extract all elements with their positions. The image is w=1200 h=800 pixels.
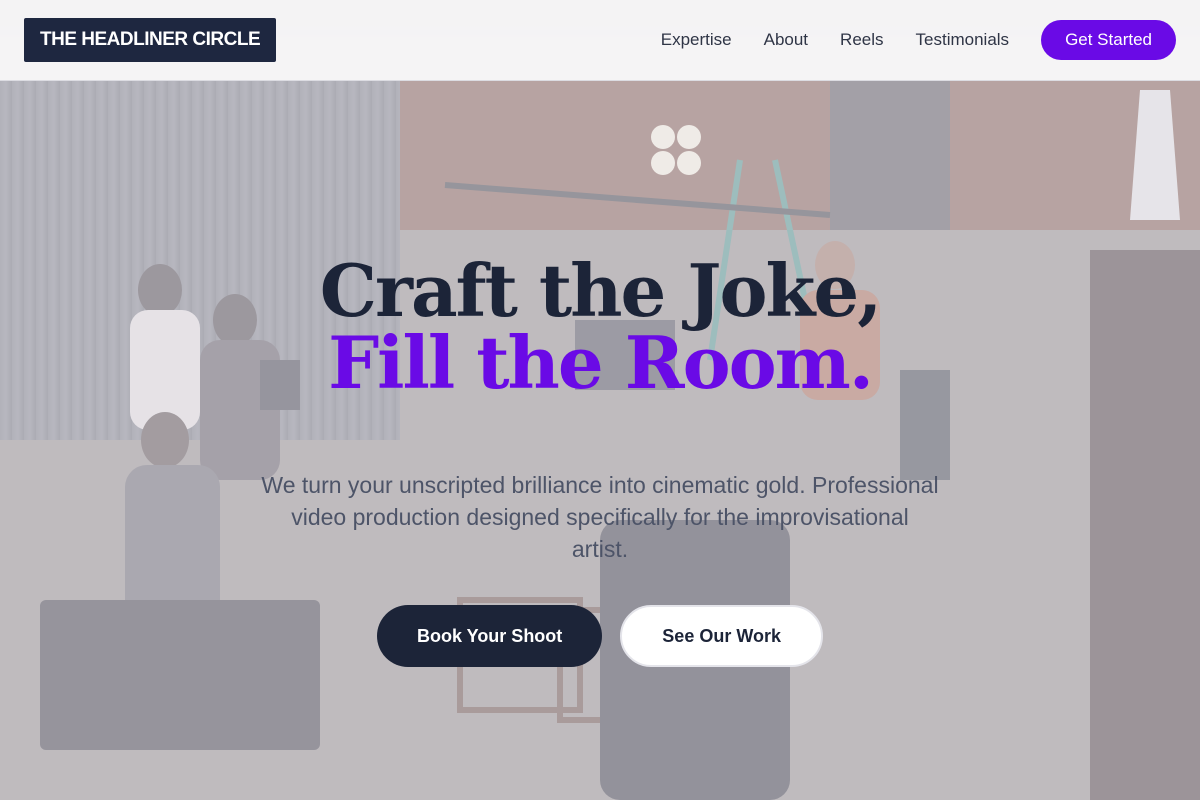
site-logo[interactable]: THE HEADLINER CIRCLE: [24, 18, 277, 62]
navbar: THE HEADLINER CIRCLE Expertise About Ree…: [0, 0, 1200, 81]
hero-headline: Craft the Joke, Fill the Room.: [0, 255, 1200, 399]
get-started-button[interactable]: Get Started: [1041, 20, 1176, 60]
nav-links: Expertise About Reels Testimonials Get S…: [661, 20, 1176, 60]
hero-buttons: Book Your Shoot See Our Work: [0, 605, 1200, 667]
nav-link-reels[interactable]: Reels: [840, 30, 883, 50]
hero-headline-line1: Craft the Joke,: [319, 248, 883, 333]
nav-link-testimonials[interactable]: Testimonials: [916, 30, 1010, 50]
nav-link-about[interactable]: About: [764, 30, 808, 50]
hero-section: Craft the Joke, Fill the Room. We turn y…: [0, 255, 1200, 667]
hero-headline-line2: Fill the Room.: [328, 320, 874, 405]
nav-link-expertise[interactable]: Expertise: [661, 30, 732, 50]
see-work-button[interactable]: See Our Work: [620, 605, 824, 667]
hero-subtitle: We turn your unscripted brilliance into …: [261, 472, 939, 562]
book-shoot-button[interactable]: Book Your Shoot: [376, 605, 603, 667]
